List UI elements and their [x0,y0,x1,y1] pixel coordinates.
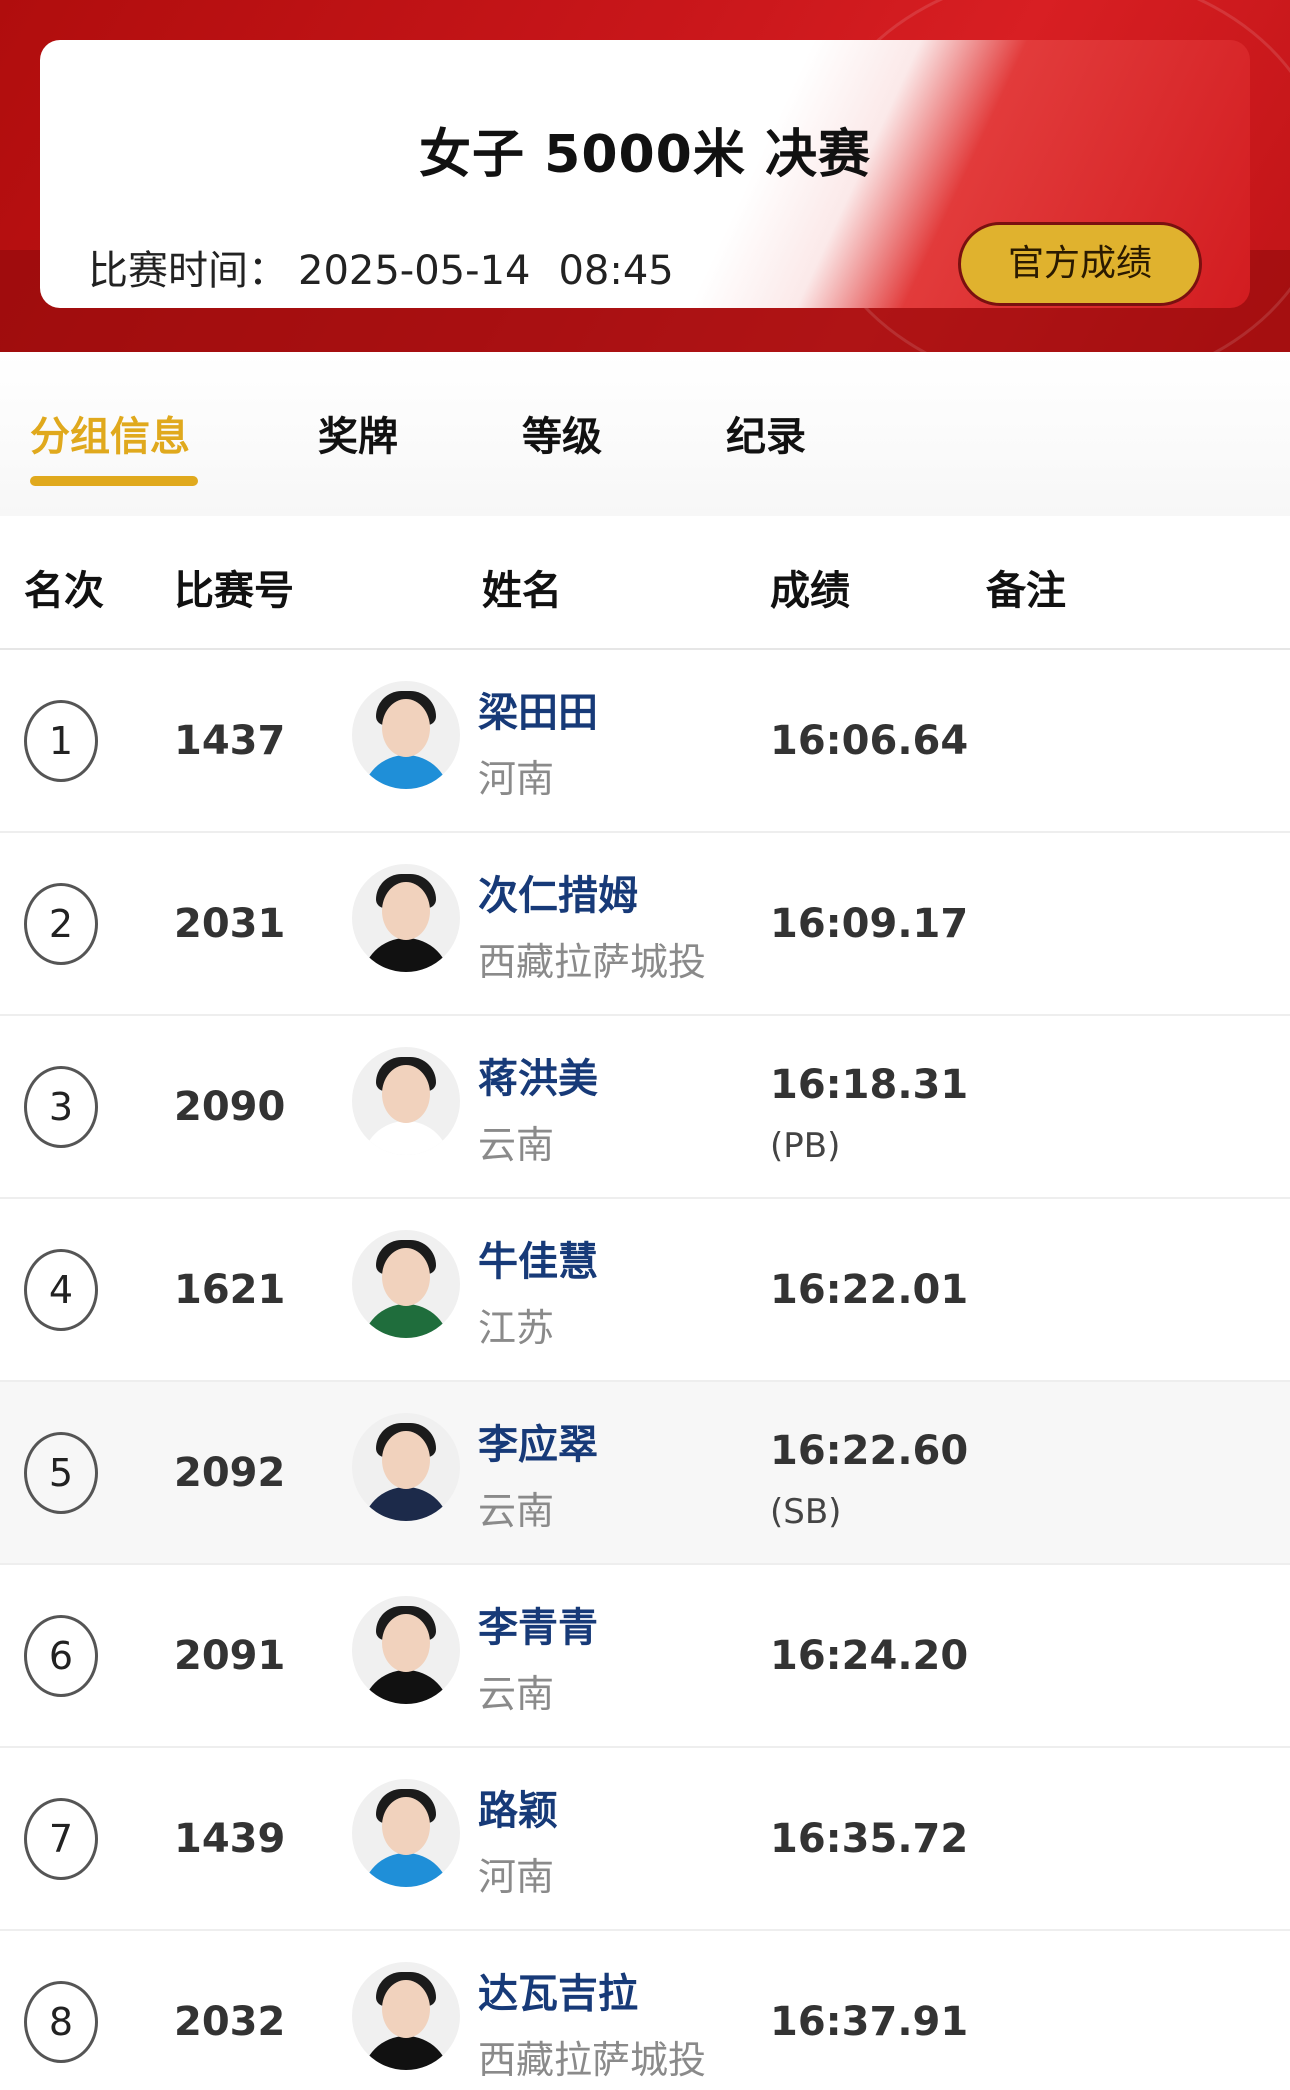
event-time-label: 比赛时间： [88,248,288,294]
rank-badge: 1 [24,700,98,782]
column-rank: 名次 [24,568,104,614]
avatar [352,1413,460,1521]
result-note: (PB) [770,1126,841,1166]
event-time: 比赛时间： 2025-05-14 08:45 [88,238,674,296]
bib-number: 1437 [174,718,286,764]
athlete-name[interactable]: 蒋洪美 [478,1046,598,1104]
avatar [352,1779,460,1887]
table-row[interactable]: 6 2091 李青青云南 16:24.20 [0,1565,1290,1748]
result-time: 16:22.01 [770,1267,969,1313]
result-time: 16:37.91 [770,1999,969,2045]
official-results-button[interactable]: 官方成绩 [958,222,1202,306]
result-time: 16:06.64 [770,718,969,764]
event-clock: 08:45 [558,248,674,294]
event-date: 2025-05-14 [298,248,531,294]
table-row[interactable]: 5 2092 李应翠云南 16:22.60 (SB) [0,1382,1290,1565]
tab-records[interactable]: 纪录 [726,404,806,462]
athlete-name[interactable]: 路颖 [478,1778,558,1836]
table-row[interactable]: 4 1621 牛佳慧江苏 16:22.01 [0,1199,1290,1382]
avatar [352,681,460,789]
column-result: 成绩 [770,568,850,614]
results-list: 1 1437 梁田田河南 16:06.64 2 2031 次仁措姆西藏拉萨城投 16:09.1… [0,650,1290,2090]
athlete-team: 河南 [478,1855,555,1899]
column-note: 备注 [986,568,1066,614]
tab-bar: 分组信息 奖牌 等级 纪录 [0,352,1290,516]
athlete-name[interactable]: 次仁措姆 [478,863,638,921]
rank-badge: 7 [24,1798,98,1880]
athlete-team: 江苏 [478,1306,555,1350]
avatar [352,1596,460,1704]
tab-grades[interactable]: 等级 [522,404,602,462]
athlete-name[interactable]: 达瓦吉拉 [478,1961,638,2019]
table-row[interactable]: 1 1437 梁田田河南 16:06.64 [0,650,1290,833]
athlete-name[interactable]: 梁田田 [478,680,598,738]
result-note: (SB) [770,1492,842,1532]
table-row[interactable]: 8 2032 达瓦吉拉西藏拉萨城投 16:37.91 [0,1931,1290,2090]
athlete-team: 云南 [478,1489,555,1533]
bib-number: 2091 [174,1633,286,1679]
table-row[interactable]: 2 2031 次仁措姆西藏拉萨城投 16:09.17 [0,833,1290,1016]
rank-badge: 3 [24,1066,98,1148]
athlete-team: 西藏拉萨城投 [478,2038,707,2082]
result-time: 16:35.72 [770,1816,969,1862]
column-bib: 比赛号 [174,568,294,614]
athlete-name[interactable]: 李青青 [478,1595,598,1653]
active-tab-indicator [30,476,198,486]
bib-number: 2090 [174,1084,286,1130]
rank-badge: 2 [24,883,98,965]
result-time: 16:24.20 [770,1633,969,1679]
rank-badge: 5 [24,1432,98,1514]
event-title: 女子 5000米 决赛 [419,125,871,185]
athlete-team: 河南 [478,757,555,801]
results-table-header: 名次 比赛号 姓名 成绩 备注 [0,516,1290,650]
athlete-team: 云南 [478,1672,555,1716]
avatar [352,1047,460,1155]
bib-number: 2092 [174,1450,286,1496]
result-time: 16:22.60 [770,1428,969,1474]
tab-group-info[interactable]: 分组信息 [30,404,190,462]
bib-number: 2031 [174,901,286,947]
table-row[interactable]: 7 1439 路颖河南 16:35.72 [0,1748,1290,1931]
column-name: 姓名 [482,568,562,614]
avatar [352,1962,460,2070]
athlete-team: 云南 [478,1123,555,1167]
avatar [352,864,460,972]
bib-number: 1439 [174,1816,286,1862]
rank-badge: 6 [24,1615,98,1697]
result-time: 16:18.31 [770,1062,969,1108]
table-row[interactable]: 3 2090 蒋洪美云南 16:18.31 (PB) [0,1016,1290,1199]
athlete-team: 西藏拉萨城投 [478,940,707,984]
athlete-name[interactable]: 牛佳慧 [478,1229,598,1287]
rank-badge: 8 [24,1981,98,2063]
avatar [352,1230,460,1338]
bib-number: 1621 [174,1267,286,1313]
result-time: 16:09.17 [770,901,969,947]
bib-number: 2032 [174,1999,286,2045]
rank-badge: 4 [24,1249,98,1331]
athlete-name[interactable]: 李应翠 [478,1412,598,1470]
tab-medals[interactable]: 奖牌 [318,404,398,462]
